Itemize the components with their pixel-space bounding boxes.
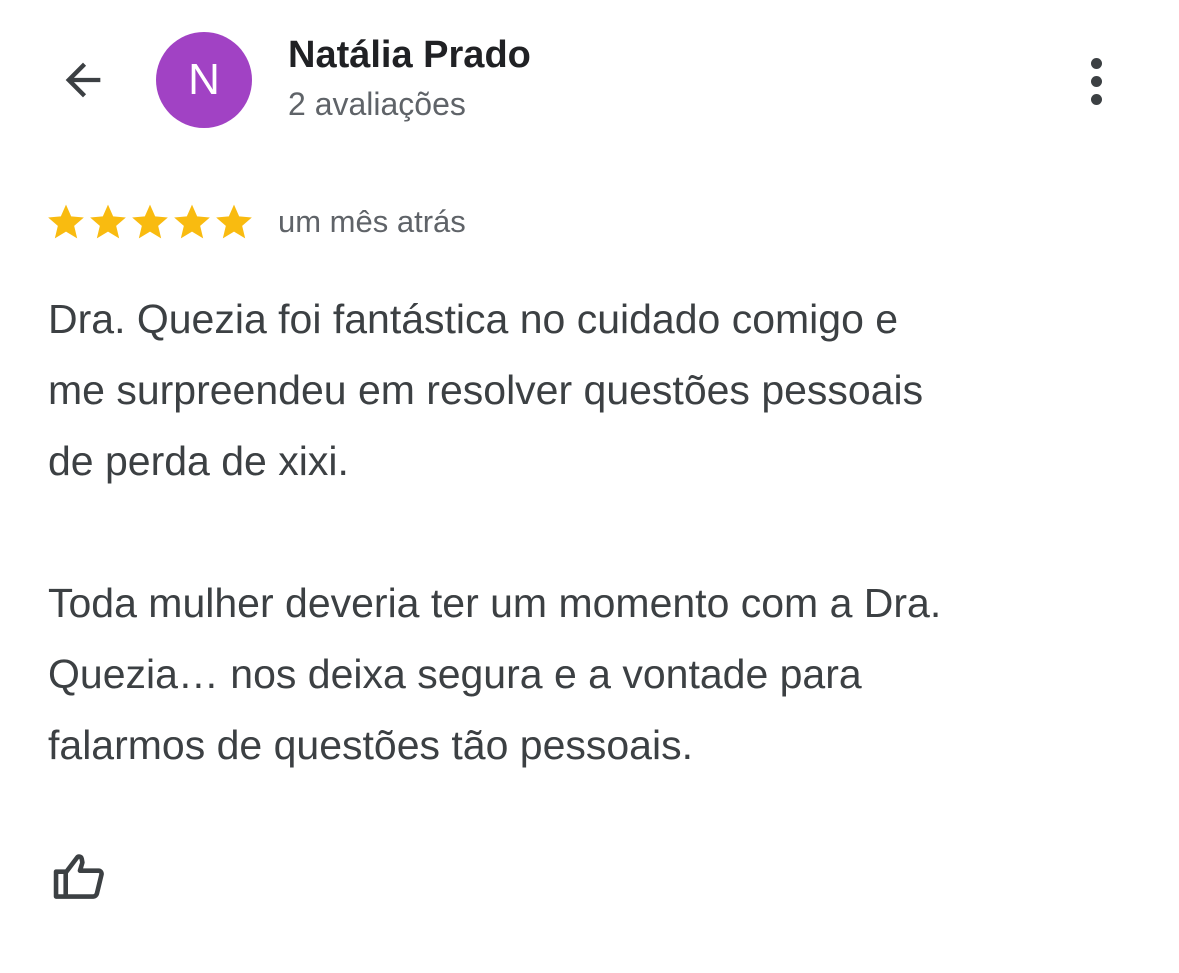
review-line: me surpreendeu em resolver questões pess… <box>48 367 924 413</box>
thumb-up-icon <box>53 854 104 899</box>
star-icon <box>48 204 84 239</box>
like-button[interactable] <box>46 846 112 906</box>
star-rating <box>46 202 254 242</box>
avatar[interactable]: N <box>156 32 252 128</box>
review-line: Toda mulher deveria ter um momento com a… <box>48 580 942 626</box>
more-vert-icon-dot <box>1090 75 1102 87</box>
star-icon <box>174 204 210 239</box>
more-vert-icon-dot <box>1090 93 1102 105</box>
arrow-back-icon <box>65 62 101 98</box>
more-options-button[interactable] <box>1070 50 1122 112</box>
star-icon <box>216 204 252 239</box>
review-text: Dra. Quezia foi fantástica no cuidado co… <box>48 284 1148 781</box>
rating-row: um mês atrás <box>46 198 466 246</box>
more-vert-icon <box>1090 57 1102 69</box>
review-line: Quezia… nos deixa segura e a vontade par… <box>48 651 862 697</box>
star-icon <box>132 204 168 239</box>
reviewer-review-count[interactable]: 2 avaliações <box>288 86 466 123</box>
review-line: Dra. Quezia foi fantástica no cuidado co… <box>48 296 899 342</box>
review-line: falarmos de questões tão pessoais. <box>48 722 693 768</box>
back-button[interactable] <box>50 50 116 110</box>
review-date: um mês atrás <box>278 204 466 239</box>
star-icon <box>90 204 126 239</box>
review-line: de perda de xixi. <box>48 438 349 484</box>
reviewer-name[interactable]: Natália Prado <box>288 34 531 77</box>
avatar-letter: N <box>188 55 220 104</box>
